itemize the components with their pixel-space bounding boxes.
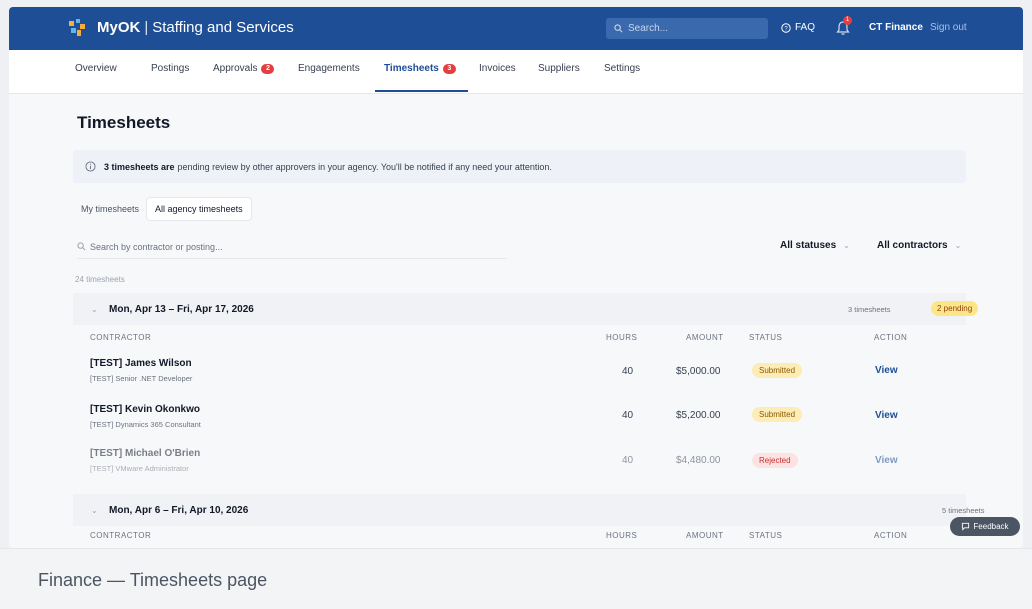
timesheets-count-badge: 3 [442,63,456,74]
faq-link[interactable]: ? FAQ [781,22,815,33]
column-header-status: STATUS [749,531,783,540]
tab-approvals[interactable]: Approvals 2 [213,63,275,74]
pending-badge: 2 pending [931,301,979,316]
approvals-count-badge: 2 [261,63,275,74]
hours-value: 40 [622,455,634,466]
tab-suppliers[interactable]: Suppliers [538,63,580,74]
brand-logo-icon [69,19,85,36]
contractor-search-input[interactable]: Search by contractor or posting... [77,235,507,259]
week-range: Mon, Apr 13 – Fri, Apr 17, 2026 [109,303,254,315]
chevron-down-icon: ⌄ [91,304,98,314]
amount-value: $4,480.00 [676,455,721,466]
chevron-down-icon: ⌄ [843,241,850,250]
column-header-hours: HOURS [606,333,638,342]
chevron-down-icon: ⌄ [954,241,962,250]
tab-label: Approvals [213,63,258,74]
contractor-name: [TEST] Michael O'Brien [90,448,201,459]
contractor-filter-value: All contractors [877,240,948,251]
tab-label: Overview [75,63,117,74]
week-range: Mon, Apr 6 – Fri, Apr 10, 2026 [109,504,249,516]
column-header-amount: AMOUNT [686,333,724,342]
info-banner-text: pending review by other approvers in you… [177,161,552,172]
column-header-contractor: CONTRACTOR [90,333,152,342]
user-name: CT Finance [869,22,923,33]
main-nav: Overview Postings Approvals 2 Engagements… [9,50,1023,94]
brand-subtitle: Staffing and Services [152,19,294,36]
brand-name: MyOK [97,19,141,36]
feedback-button[interactable]: Feedback [950,517,1020,536]
chevron-down-icon: ⌄ [91,505,98,515]
week-timesheet-count: 5 timesheets [942,505,985,515]
contractor-name: [TEST] James Wilson [90,358,192,369]
hours-value: 40 [622,410,634,421]
week-timesheet-count: 3 timesheets [848,304,891,314]
view-timesheet-link[interactable]: View [875,455,898,466]
tab-label: Postings [151,63,190,74]
column-header-status: STATUS [749,333,783,342]
tab-all-agency-timesheets[interactable]: All agency timesheets [147,198,251,220]
status-badge: Submitted [752,363,803,378]
tab-my-timesheets[interactable]: My timesheets [73,198,147,220]
timesheet-scope-toggle: My timesheets All agency timesheets [73,198,251,220]
info-banner: 3 timesheets are pending review by other… [73,150,966,183]
caption-text: Finance — Timesheets page [38,570,268,590]
search-icon [77,242,86,251]
contractor-filter-select[interactable]: All contractors ⌄ [877,240,961,251]
notification-badge: 1 [843,16,852,25]
column-header-hours: HOURS [606,531,638,540]
view-timesheet-link[interactable]: View [875,365,898,376]
global-search-placeholder: Search... [628,23,669,34]
tab-label: Settings [604,63,641,74]
app-window: MyOK | Staffing and Services Search... ? F… [9,7,1023,548]
contractor-search-placeholder: Search by contractor or posting... [90,241,223,252]
week-group-header[interactable]: ⌄ Mon, Apr 13 – Fri, Apr 17, 2026 3 time… [73,293,979,325]
active-tab-indicator [375,90,468,92]
tab-invoices[interactable]: Invoices [479,63,516,74]
info-icon [85,161,96,172]
view-timesheet-link[interactable]: View [875,410,898,421]
global-search-input[interactable]: Search... [606,18,768,39]
column-header-contractor: CONTRACTOR [90,531,152,540]
timesheet-count: 24 timesheets [75,275,125,284]
feedback-label: Feedback [973,522,1009,531]
brand-title[interactable]: MyOK | Staffing and Services [97,19,294,36]
hours-value: 40 [622,366,634,377]
page-title: Timesheets [77,113,171,132]
chat-bubble-icon [962,522,970,531]
tab-label: Timesheets [384,63,439,74]
contractor-role: [TEST] VMware Administrator [90,464,189,473]
week-group-header[interactable]: ⌄ Mon, Apr 6 – Fri, Apr 10, 2026 5 times… [73,494,985,526]
tab-label: Suppliers [538,63,580,74]
status-badge: Rejected [752,453,798,468]
column-header-action: ACTION [874,333,908,342]
tab-overview[interactable]: Overview [75,63,117,74]
column-header-amount: AMOUNT [686,531,724,540]
tab-timesheets[interactable]: Timesheets 3 [384,63,456,74]
tab-settings[interactable]: Settings [604,63,640,74]
caption-bar: Finance — Timesheets page [0,548,1032,609]
info-banner-bold: 3 timesheets are [104,161,175,172]
faq-label: FAQ [795,22,816,33]
column-header-action: ACTION [874,531,908,540]
contractor-role: [TEST] Senior .NET Developer [90,374,193,383]
tab-label: Invoices [479,63,516,74]
status-filter-value: All statuses [780,240,837,251]
brand-separator: | [144,19,149,36]
contractor-role: [TEST] Dynamics 365 Consultant [90,420,201,429]
signout-link[interactable]: Sign out [930,22,967,33]
status-badge: Submitted [752,407,803,422]
tab-engagements[interactable]: Engagements [298,63,360,74]
tab-postings[interactable]: Postings [151,63,189,74]
tab-label: Engagements [298,63,360,74]
top-bar: MyOK | Staffing and Services Search... ? F… [9,7,1023,50]
status-filter-select[interactable]: All statuses ⌄ [780,240,850,251]
search-icon [614,24,623,33]
amount-value: $5,200.00 [676,410,721,421]
contractor-name: [TEST] Kevin Okonkwo [90,404,201,415]
amount-value: $5,000.00 [676,366,721,377]
help-icon: ? [781,22,791,33]
